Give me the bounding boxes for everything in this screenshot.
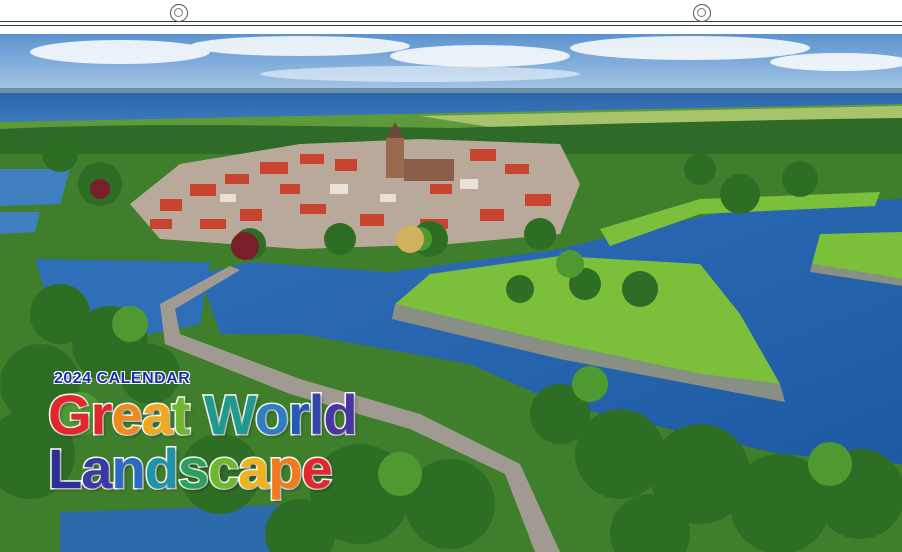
binding-rule-bottom [0, 25, 902, 26]
title-line-great-world: Great World [47, 385, 360, 444]
calendar-binding-strip [0, 0, 902, 34]
title-letter: e [300, 437, 334, 500]
title-letter: L [46, 437, 83, 500]
title-line-landscape: Landscape [46, 439, 357, 498]
title-letter: d [143, 437, 180, 500]
title-letter: n [110, 437, 147, 500]
title-letter: s [176, 437, 210, 500]
ring-hole-icon [170, 4, 188, 22]
title-letter: p [267, 437, 304, 500]
title-letter: a [237, 437, 271, 500]
title-letter: a [80, 437, 114, 500]
calendar-title-block: 2024 CALENDAR Great World Landscape [46, 370, 360, 498]
title-letter: c [206, 437, 240, 500]
binding-rule-top [0, 21, 902, 22]
ring-hole-icon [693, 4, 711, 22]
